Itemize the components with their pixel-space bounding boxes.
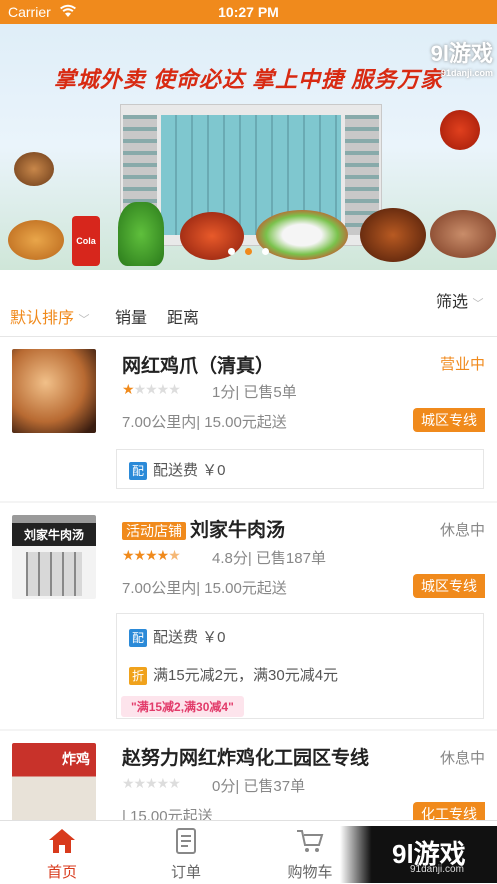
shop-card[interactable]: 炸鸡 赵努力网红炸鸡化工园区专线 休息中 ★★★★★ 0分| 已售37单 | 1… bbox=[0, 731, 497, 821]
shop-card[interactable]: 网红鸡爪（清真） 营业中 ★★★★★ 1分| 已售5单 7.00公里内| 15.… bbox=[0, 337, 497, 501]
cart-icon bbox=[297, 830, 324, 852]
delivery-fee-text: 配送费 ￥0 bbox=[153, 629, 226, 646]
rating-stars: ★★★★★ bbox=[122, 381, 181, 397]
tab-orders-label: 订单 bbox=[170, 864, 201, 881]
distance-text: 7.00公里内| 15.00元起送 bbox=[122, 414, 287, 431]
promo-pill: "满15减2,满30减4" bbox=[121, 696, 244, 717]
banner-pager bbox=[0, 242, 497, 260]
area-tag: 城区专线 bbox=[413, 574, 485, 598]
shop-card[interactable]: 刘家牛肉汤 活动店铺 刘家牛肉汤 休息中 ★★★★★ 4.8分| 已售187单 7… bbox=[0, 503, 497, 729]
tab-home-label: 首页 bbox=[46, 864, 77, 881]
distance-text: 7.00公里内| 15.00元起送 bbox=[122, 580, 287, 597]
rating-stars: ★★★★★ bbox=[122, 775, 181, 791]
pager-dot-active[interactable] bbox=[245, 248, 252, 255]
rating-stars: ★★★★★ bbox=[122, 547, 181, 563]
shop-sign: 刘家牛肉汤 bbox=[12, 523, 96, 546]
distance-text: | 15.00元起送 bbox=[122, 808, 213, 821]
shop-sign: 炸鸡 bbox=[62, 751, 90, 767]
area-tag: 城区专线 bbox=[413, 408, 485, 432]
rating-text: 1分| 已售5单 bbox=[212, 384, 297, 401]
shop-status: 休息中 bbox=[439, 750, 485, 767]
banner-slogan: 掌城外卖 使命必达 掌上中捷 服务万家 bbox=[53, 67, 444, 92]
tab-home[interactable]: 首页 bbox=[0, 821, 124, 884]
rating-text: 4.8分| 已售187单 bbox=[212, 550, 326, 567]
sort-sales-button[interactable]: 销量 bbox=[115, 304, 147, 328]
sort-distance-button[interactable]: 距离 bbox=[167, 304, 199, 328]
clock: 10:27 PM bbox=[218, 4, 279, 20]
delivery-fee-text: 配送费 ￥0 bbox=[153, 462, 226, 479]
promo-box: 配配送费 ￥0 bbox=[116, 449, 484, 489]
chevron-down-icon: ﹀ bbox=[78, 314, 90, 326]
sort-filter-bar: 默认排序 ﹀ 销量 距离 筛选 ﹀ bbox=[0, 270, 497, 337]
sort-default-button[interactable]: 默认排序 ﹀ bbox=[10, 304, 89, 328]
delivery-line: 配配送费 ￥0 bbox=[129, 459, 226, 480]
promo-box: 配配送费 ￥0 折满15元减2元，满30元减4元 "满15减2,满30减4" bbox=[116, 613, 484, 719]
tab-orders[interactable]: 订单 bbox=[124, 821, 248, 884]
shop-name: 赵努力网红炸鸡化工园区专线 bbox=[122, 748, 370, 769]
order-list-icon bbox=[176, 828, 196, 854]
status-bar: Carrier 10:27 PM bbox=[0, 0, 497, 24]
discount-line: 折满15元减2元，满30元减4元 bbox=[129, 664, 338, 685]
chevron-down-icon: ﹀ bbox=[472, 298, 484, 310]
activity-tag: 活动店铺 bbox=[122, 522, 186, 540]
watermark-text: 9l游戏 bbox=[430, 41, 493, 66]
delivery-icon: 配 bbox=[129, 462, 147, 480]
sort-default-label: 默认排序 bbox=[10, 310, 75, 327]
shop-name: 网红鸡爪（清真） bbox=[122, 356, 275, 377]
home-icon bbox=[49, 829, 75, 853]
watermark-url: 91danji.com bbox=[440, 68, 493, 78]
shop-thumbnail[interactable]: 炸鸡 bbox=[12, 743, 96, 821]
pager-dot[interactable] bbox=[262, 248, 270, 255]
discount-icon: 折 bbox=[129, 667, 147, 685]
screen-label: 筛选 bbox=[436, 294, 469, 311]
corner-watermark: 9l游戏 91danji.com bbox=[340, 826, 497, 883]
shop-status: 休息中 bbox=[439, 522, 485, 539]
watermark-logo: 9l游戏 91danji.com bbox=[431, 36, 493, 78]
chestnut-image bbox=[14, 152, 54, 186]
chili-image bbox=[440, 110, 480, 150]
area-tag: 化工专线 bbox=[413, 802, 485, 821]
shop-thumbnail[interactable]: 刘家牛肉汤 bbox=[12, 515, 96, 599]
corner-url: 91danji.com bbox=[410, 864, 464, 875]
rating-text: 0分| 已售37单 bbox=[212, 778, 306, 795]
shop-thumbnail[interactable] bbox=[12, 349, 96, 433]
screen-button[interactable]: 筛选 ﹀ bbox=[436, 288, 483, 312]
discount-text: 满15元减2元，满30元减4元 bbox=[153, 667, 339, 684]
pager-dot[interactable] bbox=[227, 248, 235, 255]
shop-status: 营业中 bbox=[439, 356, 485, 373]
shop-name-row: 活动店铺 刘家牛肉汤 bbox=[122, 515, 285, 542]
shop-name: 刘家牛肉汤 bbox=[190, 520, 286, 541]
delivery-line: 配配送费 ￥0 bbox=[129, 626, 226, 647]
delivery-icon: 配 bbox=[129, 629, 147, 647]
promo-banner[interactable]: 掌城外卖 使命必达 掌上中捷 服务万家 Cola 9l游戏 91danji.co… bbox=[0, 24, 497, 270]
